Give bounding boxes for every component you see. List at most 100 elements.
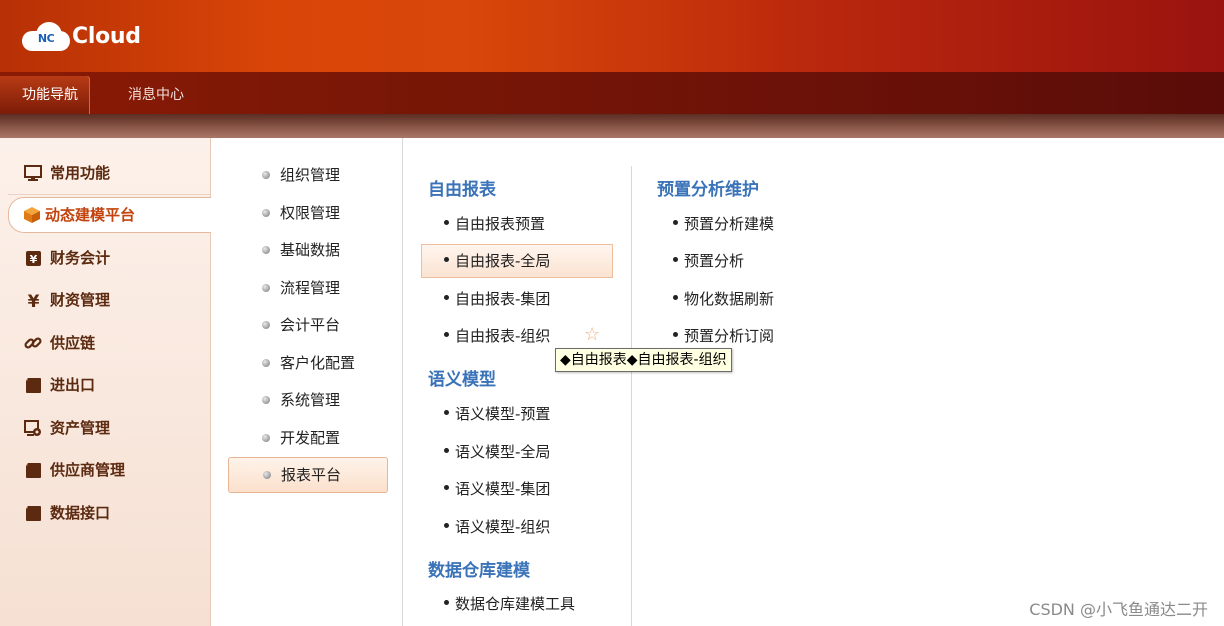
menu-link[interactable]: 自由报表预置 xyxy=(422,207,545,241)
submodule-label: 权限管理 xyxy=(280,204,341,222)
sidebar-item-label: 数据接口 xyxy=(50,504,111,522)
sidebar-item-supplier[interactable]: 供应商管理 xyxy=(0,453,210,487)
submodule-item[interactable]: 权限管理 xyxy=(228,195,386,231)
submodule-label: 会计平台 xyxy=(280,316,341,334)
bullet-icon xyxy=(262,209,270,217)
submodule-list: 组织管理 权限管理 基础数据 流程管理 会计平台 客户化配置 系统管理 开发配置… xyxy=(211,138,403,626)
menu-link[interactable]: 物化数据刷新 xyxy=(651,282,774,316)
menu-link-label: 自由报表预置 xyxy=(455,215,546,233)
bullet-icon xyxy=(444,410,449,415)
tab-function-nav[interactable]: 功能导航 xyxy=(0,76,90,114)
app-header: NC Cloud xyxy=(0,0,1224,72)
top-nav-bar: 功能导航 消息中心 xyxy=(0,72,1224,114)
submodule-label: 系统管理 xyxy=(280,391,341,409)
menu-link-label: 数据仓库建模工具 xyxy=(455,595,576,613)
section-title-preset-analysis: 预置分析维护 xyxy=(657,180,759,200)
menu-link[interactable]: 预置分析建模 xyxy=(651,207,774,241)
submodule-item[interactable]: 系统管理 xyxy=(228,382,386,418)
bullet-icon xyxy=(444,332,449,337)
bullet-icon xyxy=(262,321,270,329)
submodule-item[interactable]: 组织管理 xyxy=(228,157,386,193)
submodule-label: 组织管理 xyxy=(280,166,341,184)
sidebar-item-common[interactable]: 常用功能 xyxy=(0,156,210,190)
menu-link-label: 语义模型-组织 xyxy=(455,518,551,536)
logo-text: Cloud xyxy=(72,23,141,49)
menu-link[interactable]: 预置分析 xyxy=(651,244,744,278)
submodule-label: 开发配置 xyxy=(280,429,341,447)
tab-message-center[interactable]: 消息中心 xyxy=(108,76,204,114)
submodule-item[interactable]: 流程管理 xyxy=(228,270,386,306)
menu-link-label: 语义模型-集团 xyxy=(455,480,551,498)
sidebar-item-label: 动态建模平台 xyxy=(45,206,136,224)
logo-badge: NC xyxy=(37,32,55,45)
submodule-item-report-platform[interactable]: 报表平台 xyxy=(228,457,388,493)
submodule-item[interactable]: 客户化配置 xyxy=(228,345,386,381)
menu-link[interactable]: 自由报表-集团 xyxy=(422,282,550,316)
menu-link-label: 自由报表-全局 xyxy=(455,252,551,270)
bullet-icon xyxy=(444,600,449,605)
menu-link-label: 语义模型-预置 xyxy=(455,405,551,423)
bullet-icon xyxy=(444,220,449,225)
menu-link[interactable]: 语义模型-组织 xyxy=(422,510,550,544)
bullet-icon xyxy=(263,471,271,479)
menu-link-label: 预置分析订阅 xyxy=(684,327,775,345)
folder-icon xyxy=(24,376,42,394)
section-title-free-report: 自由报表 xyxy=(428,180,496,200)
menu-link[interactable]: 自由报表-组织 xyxy=(422,319,550,353)
section-title-data-warehouse: 数据仓库建模 xyxy=(428,561,530,581)
submodule-label: 基础数据 xyxy=(280,241,341,259)
favorite-star-icon[interactable]: ☆ xyxy=(584,325,604,345)
submodule-label: 客户化配置 xyxy=(280,354,356,372)
cube-icon xyxy=(23,206,41,224)
svg-text:¥: ¥ xyxy=(27,292,39,309)
column-divider xyxy=(631,166,632,626)
menu-link-highlighted[interactable]: 自由报表-全局 xyxy=(421,244,613,278)
submodule-label: 报表平台 xyxy=(281,466,342,484)
bullet-icon xyxy=(444,448,449,453)
watermark-text: CSDN @小飞鱼通达二开 xyxy=(1029,600,1208,619)
bullet-icon xyxy=(673,220,678,225)
bullet-icon xyxy=(262,171,270,179)
sidebar-item-label: 供应商管理 xyxy=(50,461,126,479)
submodule-item[interactable]: 开发配置 xyxy=(228,420,386,456)
bullet-icon xyxy=(444,523,449,528)
sub-header-bar xyxy=(0,114,1224,138)
menu-link[interactable]: 语义模型-全局 xyxy=(422,435,550,469)
asset-icon xyxy=(24,419,42,437)
submodule-label: 流程管理 xyxy=(280,279,341,297)
menu-link[interactable]: 数据仓库建模工具 xyxy=(422,587,575,621)
menu-link-label: 物化数据刷新 xyxy=(684,290,775,308)
monitor-icon xyxy=(24,164,42,182)
bullet-icon xyxy=(262,284,270,292)
submodule-item[interactable]: 基础数据 xyxy=(228,232,386,268)
app-logo[interactable]: NC Cloud xyxy=(22,20,141,52)
sidebar-item-label: 进出口 xyxy=(50,376,96,394)
cloud-logo-icon: NC xyxy=(22,21,70,51)
sidebar-item-finance[interactable]: ¥ 财务会计 xyxy=(0,241,210,275)
divider xyxy=(8,194,210,195)
menu-link-label: 自由报表-组织 xyxy=(455,327,551,345)
bullet-icon xyxy=(444,257,449,262)
path-tooltip: ◆自由报表◆自由报表-组织 xyxy=(555,348,732,372)
folder-icon xyxy=(24,504,42,522)
link-icon xyxy=(24,334,42,352)
sidebar-item-import-export[interactable]: 进出口 xyxy=(0,368,210,402)
bullet-icon xyxy=(444,295,449,300)
menu-link[interactable]: 语义模型-集团 xyxy=(422,472,550,506)
menu-link-label: 语义模型-全局 xyxy=(455,443,551,461)
section-title-semantic-model: 语义模型 xyxy=(428,370,496,390)
menu-link-label: 预置分析建模 xyxy=(684,215,775,233)
menu-link[interactable]: 语义模型-预置 xyxy=(422,397,550,431)
submodule-item[interactable]: 会计平台 xyxy=(228,307,386,343)
sidebar-item-supply-chain[interactable]: 供应链 xyxy=(0,326,210,360)
bullet-icon xyxy=(262,396,270,404)
menu-link-label: 自由报表-集团 xyxy=(455,290,551,308)
sidebar-item-asset[interactable]: 资产管理 xyxy=(0,411,210,445)
sidebar-item-dynamic-modeling[interactable]: 动态建模平台 xyxy=(8,197,213,233)
sidebar-item-label: 常用功能 xyxy=(50,164,111,182)
bullet-icon xyxy=(262,434,270,442)
bullet-icon xyxy=(673,257,678,262)
sidebar-item-treasury[interactable]: ¥ 财资管理 xyxy=(0,283,210,317)
sidebar-item-data-interface[interactable]: 数据接口 xyxy=(0,496,210,530)
bullet-icon xyxy=(673,332,678,337)
